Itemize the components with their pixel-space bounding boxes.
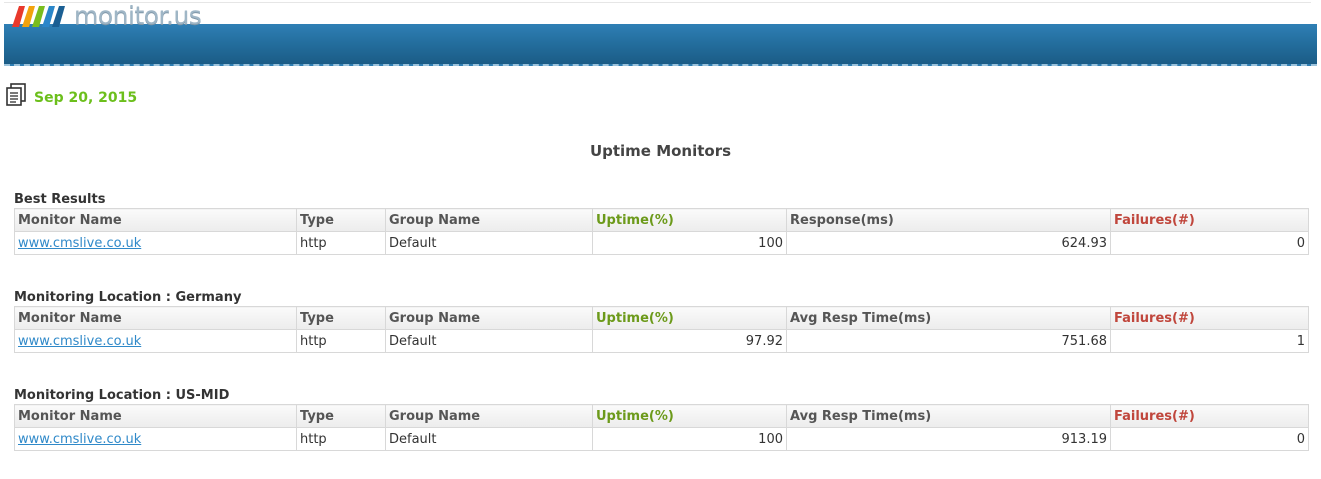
group-cell: Default: [385, 329, 593, 353]
column-header: Failures(#): [1110, 306, 1309, 330]
table-header-row: Monitor Name Type Group Name Uptime(%) A…: [14, 404, 1309, 428]
table-row: www.cmslive.co.uk http Default 100 913.1…: [14, 427, 1309, 451]
table-row: www.cmslive.co.uk http Default 100 624.9…: [14, 231, 1309, 255]
column-header: Monitor Name: [14, 208, 297, 232]
monitor-name-cell: www.cmslive.co.uk: [14, 329, 297, 353]
column-header: Type: [296, 306, 386, 330]
type-cell: http: [296, 427, 386, 451]
column-header: Type: [296, 208, 386, 232]
column-header: Group Name: [385, 404, 593, 428]
uptime-cell: 97.92: [592, 329, 787, 353]
response-cell: 624.93: [786, 231, 1111, 255]
column-header: Failures(#): [1110, 208, 1309, 232]
monitor-name-cell: www.cmslive.co.uk: [14, 427, 297, 451]
section-location-us-mid: Monitoring Location : US-MID Monitor Nam…: [14, 387, 1309, 451]
column-header: Type: [296, 404, 386, 428]
results-table: Monitor Name Type Group Name Uptime(%) A…: [14, 404, 1309, 451]
response-cell: 913.19: [786, 427, 1111, 451]
section-title: Monitoring Location : Germany: [14, 290, 242, 305]
table-header-row: Monitor Name Type Group Name Uptime(%) A…: [14, 306, 1309, 330]
results-table: Monitor Name Type Group Name Uptime(%) A…: [14, 306, 1309, 353]
logo[interactable]: monitor.us: [10, 1, 202, 30]
monitor-link[interactable]: www.cmslive.co.uk: [18, 236, 141, 251]
section-title: Best Results: [14, 192, 106, 207]
type-cell: http: [296, 329, 386, 353]
column-header: Avg Resp Time(ms): [786, 404, 1111, 428]
column-header: Failures(#): [1110, 404, 1309, 428]
column-header: Monitor Name: [14, 306, 297, 330]
response-cell: 751.68: [786, 329, 1111, 353]
column-header: Response(ms): [786, 208, 1111, 232]
section-location-germany: Monitoring Location : Germany Monitor Na…: [14, 289, 1309, 353]
type-cell: http: [296, 231, 386, 255]
logo-text: monitor.us: [74, 1, 202, 30]
report-date: Sep 20, 2015: [34, 90, 138, 106]
header-banner: [4, 24, 1317, 66]
section-title: Monitoring Location : US-MID: [14, 388, 230, 403]
column-header: Uptime(%): [592, 208, 787, 232]
results-table: Monitor Name Type Group Name Uptime(%) R…: [14, 208, 1309, 255]
failures-cell: 0: [1110, 231, 1309, 255]
column-header: Avg Resp Time(ms): [786, 306, 1111, 330]
group-cell: Default: [385, 231, 593, 255]
column-header: Group Name: [385, 306, 593, 330]
group-cell: Default: [385, 427, 593, 451]
monitor-link[interactable]: www.cmslive.co.uk: [18, 432, 141, 447]
logo-icon: [12, 6, 65, 27]
column-header: Monitor Name: [14, 404, 297, 428]
failures-cell: 0: [1110, 427, 1309, 451]
uptime-cell: 100: [592, 231, 787, 255]
page-title: Uptime Monitors: [589, 142, 732, 160]
table-row: www.cmslive.co.uk http Default 97.92 751…: [14, 329, 1309, 353]
failures-cell: 1: [1110, 329, 1309, 353]
column-header: Uptime(%): [592, 404, 787, 428]
uptime-cell: 100: [592, 427, 787, 451]
column-header: Group Name: [385, 208, 593, 232]
report-icon: [6, 83, 26, 106]
table-header-row: Monitor Name Type Group Name Uptime(%) R…: [14, 208, 1309, 232]
monitor-name-cell: www.cmslive.co.uk: [14, 231, 297, 255]
column-header: Uptime(%): [592, 306, 787, 330]
section-best-results: Best Results Monitor Name Type Group Nam…: [14, 191, 1309, 255]
monitor-link[interactable]: www.cmslive.co.uk: [18, 334, 141, 349]
